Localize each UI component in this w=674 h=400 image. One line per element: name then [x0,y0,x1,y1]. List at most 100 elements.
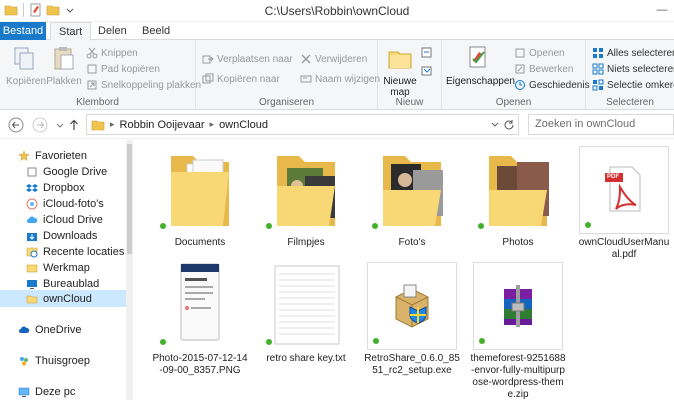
rename-label: Naam wijzigen [315,73,381,85]
shortcut-icon [87,80,97,90]
folder-icon [489,156,549,226]
nav-item-onedrive[interactable]: OneDrive [18,321,81,338]
group-label-klembord: Klembord [76,97,119,108]
copy-to-label: Kopiëren naar [217,73,280,85]
nav-scrollbar-thumb[interactable] [127,144,132,254]
nav-label: Recente locaties [43,245,125,258]
nav-item-thuisgroep[interactable]: Thuisgroep [18,352,90,369]
tab-start[interactable]: Start [50,22,92,41]
edit-button[interactable]: Bewerken [514,61,573,77]
group-label-organiseren: Organiseren [258,97,315,108]
homegroup-icon [20,356,28,365]
nav-item-werkmap[interactable]: Werkmap [26,259,90,276]
window-controls: — [650,0,674,20]
forward-button[interactable] [32,117,48,133]
nav-item-icloud-fotos[interactable]: iCloud-foto's [26,195,104,212]
properties-icon [469,46,486,68]
new-folder-button[interactable]: Nieuwe map [382,44,418,98]
nav-scrollbar[interactable] [126,140,133,400]
nav-item-google-drive[interactable]: Google Drive [26,163,107,180]
list-item[interactable]: Photo-2015-07-12-14-09-00_8357.PNG [152,262,248,377]
list-item[interactable]: PDF ownCloudUserManual.pdf [576,146,672,261]
sync-check-icon [372,337,380,345]
copy-path-button[interactable]: Pad kopiëren [86,61,160,77]
nav-item-favorieten[interactable]: Favorieten [18,147,87,164]
copy-label: Kopiëren [6,76,47,87]
nav-item-downloads[interactable]: Downloads [26,227,97,244]
ribbon-tabs: Bestand Start Delen Beeld [0,22,674,41]
properties-button[interactable]: Eigenschappen [446,44,515,87]
history-button[interactable]: Geschiedenis [514,77,590,93]
cut-button[interactable]: Knippen [86,45,138,61]
file-name: ownCloudUserManual.pdf [578,237,670,260]
minimize-button[interactable]: — [650,0,674,20]
file-thumbnail [367,146,457,234]
folder-icon [91,120,105,130]
clipboard-icon [54,47,74,70]
open-label: Openen [529,47,565,59]
list-item[interactable]: Filmpjes [258,146,354,249]
nav-item-owncloud[interactable]: ownCloud [0,290,126,307]
paste-shortcut-button[interactable]: Snelkoppeling plakken [86,77,201,93]
nav-item-icloud-drive[interactable]: iCloud Drive [26,211,103,228]
new-folder-label: Nieuwe map [383,76,417,98]
group-nieuw: Nieuwe map Nieuw [378,40,442,110]
refresh-icon[interactable] [503,119,515,131]
address-bar[interactable]: ▸ Robbin Ooijevaar ▸ ownCloud [86,114,519,135]
paste-button[interactable]: Plakken [44,44,84,87]
tab-beeld[interactable]: Beeld [134,22,178,40]
list-item[interactable]: Foto's [364,146,460,249]
installer-icon [395,284,429,328]
copy-to-button[interactable]: Kopiëren naar [202,71,280,87]
arrow-right-icon [32,117,48,133]
select-none-button[interactable]: Niets selecteren [592,61,674,77]
list-item[interactable]: RetroShare_0.6.0_8551_rc2_setup.exe [364,262,460,377]
text-file-icon [274,265,340,345]
copy-button[interactable]: Kopiëren [6,44,46,87]
nav-label: Deze pc [35,385,76,398]
breadcrumb-user[interactable]: Robbin Ooijevaar [120,119,205,131]
sync-check-icon [477,222,485,230]
breadcrumb-owncloud[interactable]: ownCloud [219,119,268,131]
navigation-pane: Favorieten Google Drive Dropbox iCloud-f… [0,140,133,400]
group-label-selecteren: Selecteren [606,97,654,108]
up-button[interactable] [66,117,82,133]
file-name: Photo-2015-07-12-14-09-00_8357.PNG [152,353,248,376]
list-item[interactable]: retro share key.txt [258,262,354,365]
nav-item-recente-locaties[interactable]: Recente locaties [26,243,124,260]
title-bar: C:\Users\Robbin\ownCloud — [0,0,674,22]
arrow-up-icon [70,119,78,130]
delete-button[interactable]: Verwijderen [300,51,367,67]
breadcrumb-separator-icon: ▸ [110,119,115,129]
easy-access-icon[interactable] [420,64,434,78]
sync-check-icon [159,338,167,346]
pdf-icon [605,166,641,212]
invert-selection-button[interactable]: Selectie omkeren [592,77,674,93]
nav-label: Thuisgroep [35,354,91,367]
list-item[interactable]: themeforest-9251688-envor-fully-multipur… [470,262,566,400]
back-button[interactable] [8,117,24,133]
tab-bestand[interactable]: Bestand [0,22,46,40]
group-selecteren: Alles selecteren Niets selecteren Select… [586,40,674,110]
tab-delen[interactable]: Delen [90,22,135,40]
window-title: C:\Users\Robbin\ownCloud [264,4,410,18]
nav-item-deze-pc[interactable]: Deze pc [18,383,75,400]
nav-item-dropbox[interactable]: Dropbox [26,179,85,196]
list-item[interactable]: Documents [152,146,248,249]
select-all-button[interactable]: Alles selecteren [592,45,674,61]
rename-button[interactable]: Naam wijzigen [300,71,380,87]
file-thumbnail [155,146,245,234]
history-icon [515,80,525,90]
chevron-down-icon[interactable] [490,120,500,130]
copy-path-icon [87,64,97,74]
scissors-icon [86,47,98,59]
dropbox-icon [26,183,38,192]
list-item[interactable]: Photos [470,146,566,249]
search-input[interactable]: Zoeken in ownCloud [528,114,674,135]
delete-icon [301,54,311,64]
move-to-button[interactable]: Verplaatsen naar [202,51,293,67]
open-button[interactable]: Openen [514,45,565,61]
new-item-icon[interactable] [420,46,434,60]
file-thumbnail [473,262,563,350]
nav-label: OneDrive [35,323,82,336]
